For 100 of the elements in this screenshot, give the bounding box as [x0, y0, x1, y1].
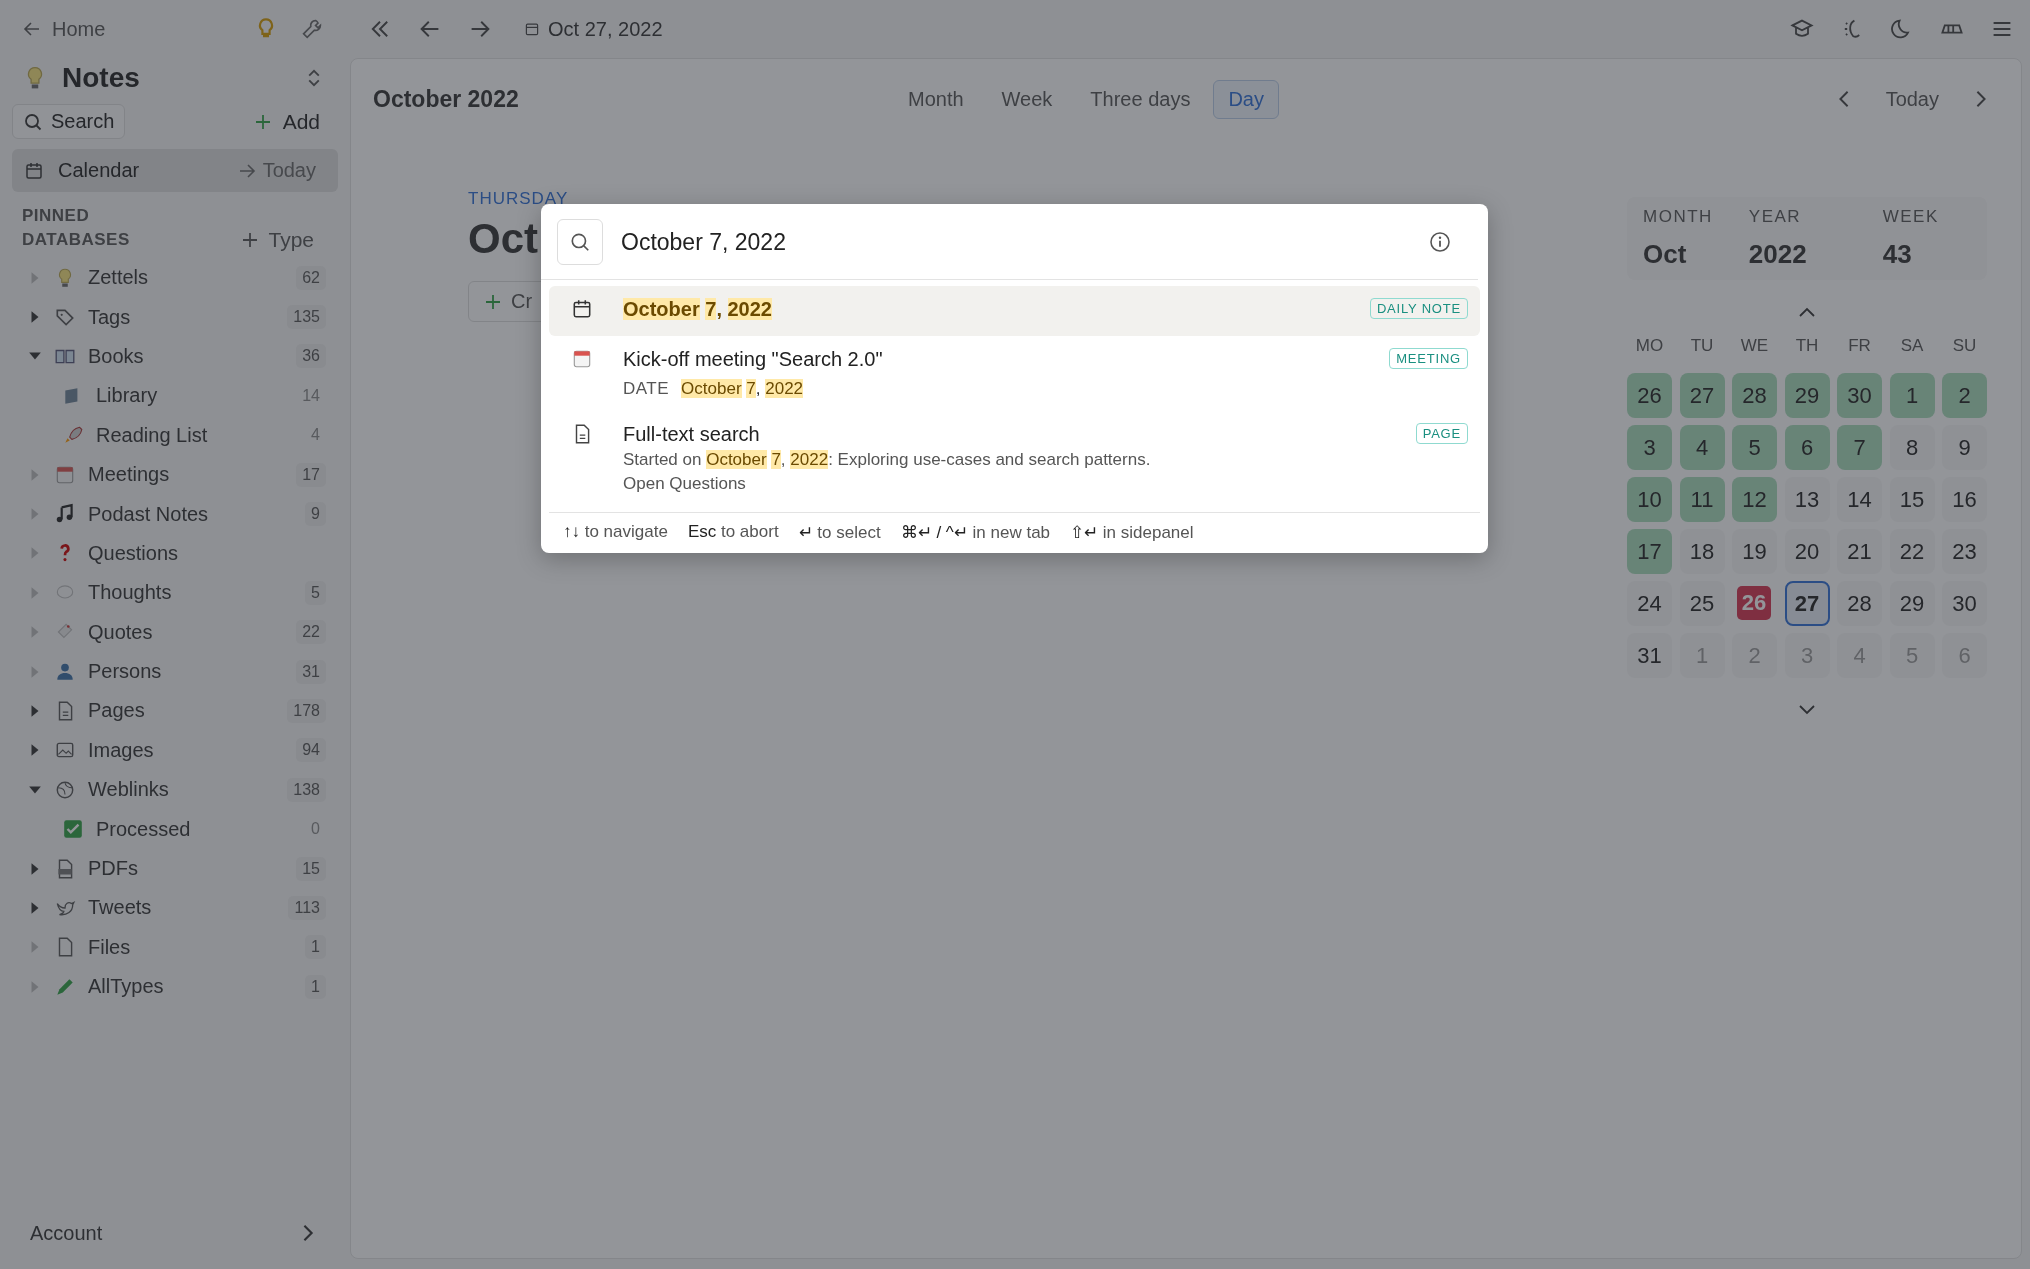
- result-snippet: Open Questions: [623, 474, 747, 494]
- tree-item-label: AllTypes: [88, 975, 164, 999]
- chevron-down-icon[interactable]: [1797, 704, 1817, 716]
- tree-item[interactable]: Thoughts 5: [12, 573, 338, 613]
- today-button[interactable]: Today: [1885, 87, 1939, 111]
- count-badge: 138: [287, 777, 326, 802]
- tree-item[interactable]: PDFs 15: [12, 848, 338, 889]
- calendar-day[interactable]: 25: [1679, 581, 1725, 626]
- calendar-day[interactable]: 15: [1889, 477, 1935, 522]
- calendar-day[interactable]: 4: [1679, 425, 1725, 470]
- tree-item[interactable]: Pages 178: [12, 691, 338, 731]
- calendar-day[interactable]: 24: [1627, 581, 1672, 626]
- search-result[interactable]: Kick-off meeting "Search 2.0" DATE October 7, 2022 MEETING: [549, 336, 1480, 411]
- calendar-day[interactable]: 19: [1732, 529, 1777, 574]
- calendar-day[interactable]: 28: [1837, 581, 1882, 626]
- wrench-icon[interactable]: [300, 17, 324, 41]
- today-link[interactable]: Today: [236, 159, 326, 182]
- tree-item[interactable]: Questions: [12, 533, 338, 574]
- calendar-day[interactable]: 6: [1784, 425, 1830, 470]
- section-heading: PINNED: [21, 206, 91, 226]
- tree-item[interactable]: Quotes 22: [12, 612, 338, 652]
- search-result[interactable]: October 7, 2022 DAILY NOTE: [549, 286, 1480, 336]
- calendar-nav-item[interactable]: Calendar Today: [12, 149, 338, 192]
- add-type-button[interactable]: Type: [240, 228, 338, 252]
- calendar-day[interactable]: 9: [1942, 425, 1987, 470]
- calendar-day[interactable]: 21: [1837, 529, 1882, 574]
- calendar-day[interactable]: 29: [1784, 373, 1830, 418]
- tree-item[interactable]: Tweets 113: [12, 888, 338, 928]
- count-badge: 135: [287, 305, 326, 330]
- home-link[interactable]: Home: [22, 17, 106, 41]
- tree-item-label: Tags: [88, 305, 131, 329]
- calendar-day[interactable]: 8: [1889, 425, 1935, 470]
- calendar-day[interactable]: 5: [1732, 425, 1777, 470]
- count-badge: 178: [287, 699, 326, 723]
- search-result[interactable]: Full-text search Started on October 7, 2022: Exploring use-cases and search patterns. Open Questions PAGE: [549, 411, 1480, 506]
- view-tab[interactable]: Day: [1213, 79, 1279, 119]
- tree-item[interactable]: Podast Notes 9: [12, 494, 338, 534]
- calendar-day[interactable]: 27: [1784, 581, 1830, 626]
- account-item[interactable]: Account: [12, 1213, 338, 1253]
- calendar-day[interactable]: 22: [1889, 529, 1935, 574]
- tree-item[interactable]: Weblinks 138: [12, 770, 338, 810]
- calendar-day[interactable]: 30: [1942, 581, 1987, 626]
- tree-item[interactable]: Tags 135: [12, 297, 338, 337]
- calendar-day[interactable]: 30: [1837, 373, 1882, 418]
- weekday-header: SU: [1951, 336, 1978, 357]
- type-tag: DAILY NOTE: [1369, 298, 1468, 319]
- count-badge: 62: [296, 265, 326, 290]
- calendar-day[interactable]: 10: [1627, 477, 1672, 522]
- tree-item[interactable]: Meetings 17: [12, 454, 338, 495]
- tree-item[interactable]: Zettels 62: [12, 258, 338, 298]
- month-title: October 2022: [373, 85, 520, 113]
- calendar-day[interactable]: 13: [1784, 477, 1830, 522]
- calendar-day[interactable]: 27: [1679, 373, 1725, 418]
- info-icon[interactable]: [1428, 230, 1452, 254]
- calendar-day[interactable]: 31: [1627, 633, 1672, 678]
- weekday-header: TH: [1794, 336, 1820, 357]
- calendar-day[interactable]: 11: [1679, 477, 1725, 522]
- calendar-day[interactable]: 28: [1732, 373, 1777, 418]
- keyboard-hint: ↑↓ to navigate: [563, 522, 668, 543]
- calendar-day[interactable]: 16: [1942, 477, 1987, 522]
- chevron-up-icon[interactable]: [1797, 306, 1817, 318]
- tree-item[interactable]: AllTypes 1: [12, 967, 338, 1007]
- calendar-day[interactable]: 1: [1889, 373, 1935, 418]
- view-tab[interactable]: Week: [986, 79, 1068, 119]
- calendar-day[interactable]: 2: [1942, 373, 1987, 418]
- tree-item-label: Tweets: [88, 896, 152, 920]
- weekday-header: SA: [1899, 336, 1925, 357]
- keyboard-hint: ↵ to select: [798, 522, 881, 543]
- month-value: Oct: [1643, 239, 1688, 270]
- calendar-day[interactable]: 7: [1837, 425, 1882, 470]
- workspace-title: Notes: [62, 62, 140, 94]
- tree-item[interactable]: Persons 31: [12, 651, 338, 692]
- search-button[interactable]: Search: [12, 104, 126, 139]
- view-tab[interactable]: Month: [893, 79, 979, 119]
- tree-item[interactable]: Files 1: [12, 927, 338, 968]
- tree-item-label: Questions: [88, 541, 179, 565]
- calendar-day[interactable]: 14: [1837, 477, 1882, 522]
- field-value: October 7, 2022: [681, 379, 804, 399]
- date-button[interactable]: Oct 27, 2022: [524, 17, 663, 41]
- tree-item-label: Persons: [88, 660, 162, 684]
- section-heading: DATABASES: [21, 230, 130, 250]
- add-button[interactable]: Add: [252, 109, 328, 134]
- calendar-day[interactable]: 23: [1942, 529, 1987, 574]
- calendar-day[interactable]: 12: [1732, 477, 1777, 522]
- count-badge: 1: [305, 974, 326, 999]
- tree-item[interactable]: Images 94: [12, 730, 338, 771]
- calendar-day[interactable]: 20: [1784, 529, 1830, 574]
- tree-item[interactable]: Books 36: [12, 336, 338, 377]
- search-input[interactable]: October 7, 2022: [619, 227, 1412, 257]
- view-tab[interactable]: Three days: [1075, 79, 1206, 119]
- count-badge: 22: [296, 620, 326, 645]
- calendar-day[interactable]: 26: [1737, 586, 1771, 620]
- week-heading: WEEK: [1882, 207, 1939, 227]
- calendar-day[interactable]: 3: [1627, 425, 1672, 470]
- calendar-day[interactable]: 26: [1627, 373, 1672, 418]
- calendar-day[interactable]: 18: [1679, 529, 1725, 574]
- keyboard-hint: Esc to abort: [687, 522, 779, 543]
- calendar-day[interactable]: 17: [1627, 529, 1672, 574]
- year-value: 2022: [1748, 239, 1807, 270]
- calendar-day[interactable]: 29: [1889, 581, 1935, 626]
